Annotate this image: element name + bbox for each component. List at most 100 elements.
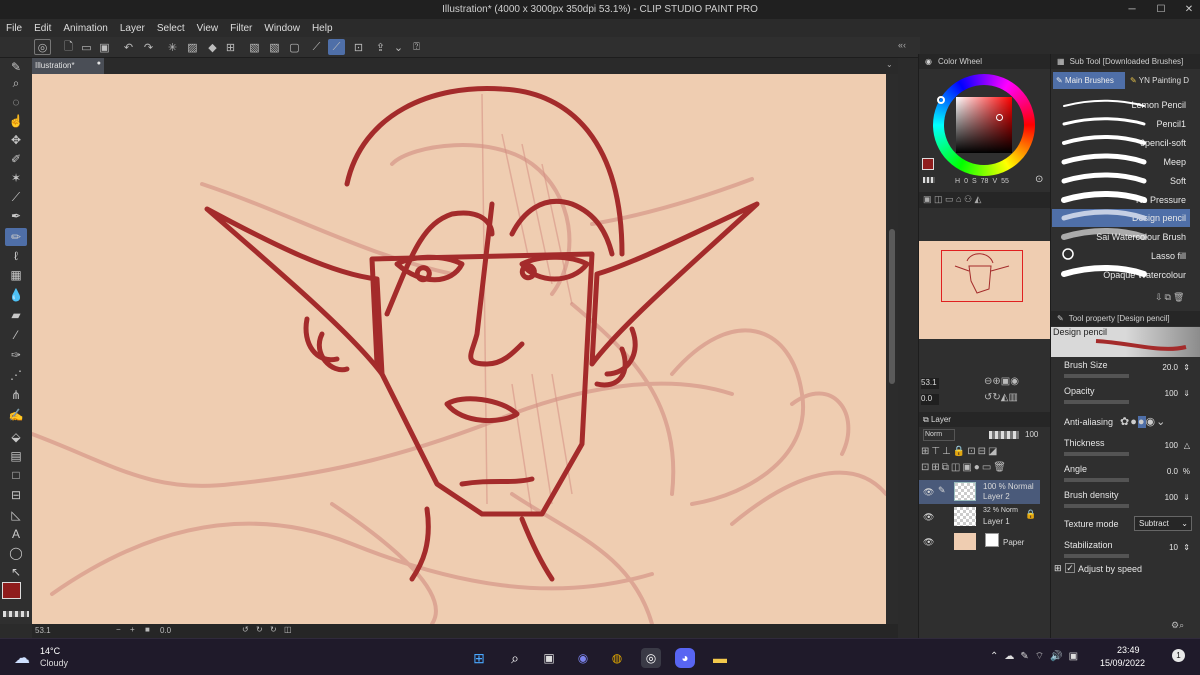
expand-icon[interactable]: ⊞ — [1054, 563, 1062, 574]
stepper-icon[interactable]: ⇕ — [1183, 363, 1190, 372]
menu-filter[interactable]: Filter — [224, 23, 258, 34]
balloon-icon[interactable]: ◯ — [5, 544, 27, 562]
pencil-icon[interactable]: ✏ — [5, 228, 27, 246]
blend-icon[interactable]: 💧 — [5, 286, 27, 304]
slider-track[interactable] — [1064, 554, 1129, 558]
layer-panel-title[interactable]: Layer — [931, 415, 951, 424]
clip-studio-taskbar-icon[interactable]: ◎ — [641, 648, 661, 668]
color-mode-icon[interactable]: ⊙ — [1035, 174, 1043, 185]
layer-opacity-value[interactable]: 100 — [1025, 430, 1038, 439]
sub-tool-actions[interactable]: ⇩⧉🗑 — [1155, 292, 1186, 303]
stepper-icon[interactable]: ⇓ — [1183, 389, 1190, 398]
fill-selection-icon[interactable]: ◆ — [204, 39, 221, 55]
reset-rotation-icon[interactable]: ↻ — [270, 625, 277, 634]
tab-main-brushes[interactable]: ✎ Main Brushes — [1053, 72, 1125, 89]
menu-view[interactable]: View — [191, 23, 225, 34]
windows-start-icon[interactable]: ⊞ — [469, 648, 489, 668]
file-explorer-icon[interactable]: ▬ — [710, 648, 730, 668]
nav-zoom-value[interactable]: 53.1 — [921, 378, 939, 389]
prop-stabilization[interactable]: Stabilization 10 ⇕ — [1056, 540, 1192, 564]
visibility-eye-icon[interactable]: 👁 — [923, 537, 934, 548]
menu-layer[interactable]: Layer — [114, 23, 151, 34]
blend-mode-select[interactable]: Norm — [923, 429, 955, 441]
layer-tools-row-2[interactable]: ⊡⊞⧉◫▣●▭🗑 — [921, 462, 1008, 473]
status-angle[interactable]: 0.0 — [160, 626, 171, 635]
grass-icon[interactable]: ⋔ — [5, 386, 27, 404]
slider-track[interactable] — [1064, 374, 1129, 378]
discord-icon[interactable]: ◕ — [675, 648, 695, 668]
brush-icon[interactable]: ℓ — [5, 247, 27, 265]
scrollbar-thumb[interactable] — [889, 229, 895, 384]
move-icon[interactable]: ✥ — [5, 131, 27, 149]
prop-opacity[interactable]: Opacity 100 ⇓ — [1056, 386, 1192, 410]
layer-row-paper[interactable]: 👁 Paper — [919, 530, 1040, 554]
checkbox-checked-icon[interactable]: ✓ — [1065, 563, 1075, 573]
layer-opacity-slider[interactable] — [989, 431, 1019, 439]
fit-icon[interactable]: ■ — [145, 625, 150, 634]
prop-value[interactable]: 0.0 — [1167, 467, 1178, 476]
task-view-icon[interactable]: ▣ — [539, 648, 559, 668]
navigator-view-box[interactable] — [941, 250, 1023, 302]
menu-select[interactable]: Select — [151, 23, 191, 34]
thickness-icon[interactable]: △ — [1184, 441, 1190, 450]
rotate-right-icon[interactable]: ↻ — [256, 625, 263, 634]
notification-badge[interactable]: 1 — [1172, 649, 1185, 662]
prop-texture-mode[interactable]: Texture mode Subtract ⌄ — [1056, 516, 1192, 540]
layer-row-layer-1[interactable]: 👁 32 % Norm Layer 1 🔒 — [919, 505, 1040, 529]
prop-value[interactable]: 100 — [1165, 389, 1178, 398]
fill-icon[interactable]: ⬙ — [5, 428, 27, 446]
hue-ring[interactable] — [933, 74, 1035, 176]
lock-icon[interactable]: 🔒 — [1025, 509, 1036, 520]
prop-value[interactable]: 10 — [1169, 543, 1178, 552]
zoom-icon[interactable]: ⌕ — [5, 74, 27, 92]
snap-special-ruler-icon[interactable]: ⟋ — [328, 39, 345, 55]
prop-adjust-by-speed[interactable]: ⊞ ✓ Adjust by speed — [1054, 563, 1192, 587]
zoom-in-icon[interactable]: + — [130, 625, 135, 634]
correct-line-icon[interactable]: ↖ — [5, 563, 27, 581]
eraser-icon[interactable]: ▰ — [5, 306, 27, 324]
navigator-tabs[interactable]: ▣ ◫ ▭ ⌂ ⚇ ◭ — [919, 192, 1050, 208]
lasso-select-icon[interactable]: ◌ — [5, 93, 27, 111]
tab-yn-painting[interactable]: ✎ YN Painting D — [1127, 72, 1199, 89]
zoom-out-icon[interactable]: − — [116, 625, 121, 634]
slider-track[interactable] — [1064, 452, 1129, 456]
menu-animation[interactable]: Animation — [57, 23, 113, 34]
teams-chat-icon[interactable]: ◉ — [573, 648, 593, 668]
cloud-icon[interactable]: ⇪ — [372, 39, 389, 55]
new-file-icon[interactable]: 🗋 — [60, 39, 77, 55]
prop-anti-aliasing[interactable]: Anti-aliasing ✿●●◉⌄ — [1056, 413, 1192, 437]
save-icon[interactable]: ▣ — [96, 39, 113, 55]
canvas[interactable] — [32, 74, 886, 624]
show-selection-icon[interactable]: ▢ — [286, 39, 303, 55]
menu-edit[interactable]: Edit — [28, 23, 57, 34]
invert-selection-icon[interactable]: ▧ — [266, 39, 283, 55]
menu-file[interactable]: File — [0, 23, 28, 34]
tab-menu-icon[interactable]: ⌄ — [886, 60, 893, 69]
help-icon[interactable]: ⍰ — [408, 39, 425, 55]
snap-ruler-icon[interactable]: ⟋ — [308, 39, 325, 55]
search-icon[interactable]: ⌕ — [505, 648, 525, 668]
nav-angle-value[interactable]: 0.0 — [921, 394, 939, 405]
saturation-value-square[interactable] — [956, 97, 1012, 153]
operation-icon[interactable]: ☝ — [5, 112, 27, 130]
transform-icon[interactable]: ⊞ — [222, 39, 239, 55]
main-color-mini[interactable] — [922, 158, 934, 170]
flip-icon[interactable]: ◫ — [284, 625, 292, 634]
hue-marker[interactable] — [937, 96, 945, 104]
airbrush-icon[interactable]: ▦ — [5, 266, 27, 284]
figure-icon[interactable]: □ — [5, 466, 27, 484]
brush2-icon[interactable]: ✑ — [5, 346, 27, 364]
eyedropper-icon[interactable]: ⟋ — [5, 188, 27, 206]
status-zoom[interactable]: 53.1 — [35, 626, 51, 635]
chrome-icon[interactable]: ◍ — [607, 648, 627, 668]
open-file-icon[interactable]: ▭ — [78, 39, 95, 55]
weather-cloud-icon[interactable]: ☁ — [14, 648, 30, 668]
transparent-mini-icon[interactable] — [923, 177, 935, 183]
minimize-button[interactable]: ─ — [1123, 0, 1141, 19]
angle-icon[interactable]: % — [1183, 467, 1190, 476]
canvas-vertical-scrollbar[interactable] — [886, 74, 898, 624]
menu-window[interactable]: Window — [258, 23, 306, 34]
undo-icon[interactable]: ↶ — [120, 39, 137, 55]
menu-help[interactable]: Help — [306, 23, 339, 34]
clock-time[interactable]: 23:49 — [1117, 645, 1140, 655]
